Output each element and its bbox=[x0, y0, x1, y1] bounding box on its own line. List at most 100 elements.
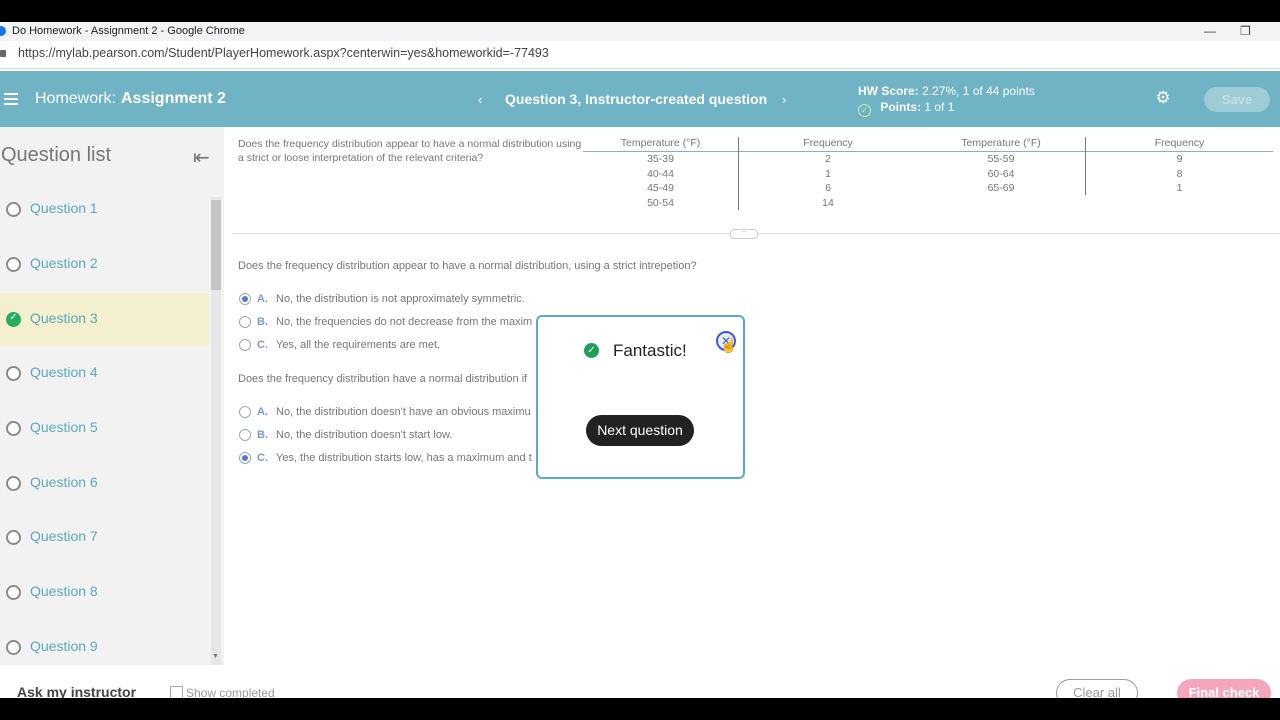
option-text: No, the distribution is not approximatel… bbox=[276, 293, 525, 305]
scrollbar-thumb[interactable] bbox=[211, 200, 221, 290]
radio-button[interactable] bbox=[239, 339, 251, 351]
top-black-bar bbox=[0, 0, 1280, 22]
question-list-title: Question list bbox=[1, 144, 112, 166]
check-circle-icon: ✓ bbox=[6, 312, 21, 327]
radio-button[interactable] bbox=[239, 316, 251, 328]
gear-icon[interactable]: ⚙ bbox=[1155, 89, 1171, 106]
question-link[interactable]: Question 2 bbox=[30, 255, 98, 271]
table-cell: 45-49 bbox=[647, 182, 674, 194]
status-circle-icon bbox=[6, 257, 21, 272]
table-cell: 60-64 bbox=[987, 167, 1015, 180]
option-text: No, the frequencies do not decrease from… bbox=[276, 316, 533, 328]
table-divider bbox=[738, 137, 739, 210]
table-cell: 1 bbox=[825, 167, 831, 180]
footer-bar: Ask my instructor Show completed Clear a… bbox=[0, 665, 1280, 707]
question-link[interactable]: Question 3 bbox=[30, 310, 98, 326]
option-letter: B. bbox=[257, 429, 268, 441]
option-text: Yes, all the requirements are met. bbox=[276, 339, 441, 351]
resize-handle-icon[interactable]: ··· bbox=[730, 229, 758, 239]
question-link[interactable]: Question 8 bbox=[30, 583, 98, 599]
table-divider bbox=[1085, 137, 1086, 195]
radio-button[interactable] bbox=[239, 452, 251, 464]
lock-icon bbox=[0, 50, 6, 57]
chrome-favicon-icon bbox=[0, 26, 6, 36]
question-title[interactable]: Question 3, Instructor-created question bbox=[505, 91, 767, 107]
question-list-item[interactable]: Question 2 bbox=[0, 238, 209, 291]
restore-icon[interactable]: ❐ bbox=[1240, 22, 1251, 41]
table-cell: 9 bbox=[1176, 153, 1183, 165]
question-list-item[interactable]: Question 6 bbox=[0, 457, 209, 510]
question-list-item[interactable]: Question 8 bbox=[0, 566, 209, 619]
question-link[interactable]: Question 5 bbox=[30, 419, 98, 435]
option-text: Yes, the distribution starts low, has a … bbox=[276, 452, 532, 464]
question-list-item-active[interactable]: ✓ Question 3 bbox=[0, 293, 209, 346]
feedback-modal: ✓ Fantastic! ✕ ☝ Next question bbox=[536, 315, 745, 479]
points: ✓ Points: 1 of 1 bbox=[858, 100, 954, 117]
success-check-icon: ✓ bbox=[584, 343, 599, 358]
hw-score-label: HW Score: bbox=[858, 84, 919, 98]
hw-score-value: 2.27%, 1 of 44 points bbox=[922, 84, 1035, 98]
scroll-down-icon[interactable]: ▼ bbox=[212, 653, 219, 660]
option-letter: A. bbox=[257, 293, 268, 305]
question-list-sidebar: Question list ⇤ Question 1 Question 2 ✓ … bbox=[0, 127, 224, 665]
radio-button[interactable] bbox=[239, 293, 251, 305]
table-header: Temperature (°F) bbox=[583, 137, 738, 152]
radio-button[interactable] bbox=[239, 429, 251, 441]
table-column: Frequency 9 8 1 bbox=[1086, 137, 1273, 196]
table-cell: 35-39 bbox=[647, 153, 674, 165]
browser-title-bar: Do Homework - Assignment 2 - Google Chro… bbox=[0, 22, 1280, 41]
option-text: No, the distribution doesn't have an obv… bbox=[276, 406, 531, 418]
save-button[interactable]: Save bbox=[1204, 87, 1270, 112]
hamburger-menu-icon[interactable] bbox=[4, 93, 18, 105]
url-text[interactable]: https://mylab.pearson.com/Student/Player… bbox=[18, 41, 549, 66]
question-1-text: Does the frequency distribution appear t… bbox=[238, 260, 697, 272]
question-list-item[interactable]: Question 5 bbox=[0, 402, 209, 455]
question-list-item[interactable]: Question 1 bbox=[0, 183, 209, 236]
question-list-item[interactable]: Question 4 bbox=[0, 347, 209, 400]
hand-cursor-icon: ☝ bbox=[720, 337, 738, 353]
feedback-message: Fantastic! bbox=[613, 341, 687, 360]
question-2-text: Does the frequency distribution have a n… bbox=[238, 373, 528, 385]
question-link[interactable]: Question 6 bbox=[30, 474, 98, 490]
radio-button[interactable] bbox=[239, 406, 251, 418]
table-cell: 40-44 bbox=[647, 167, 674, 180]
option-letter: C. bbox=[257, 339, 268, 351]
question-link[interactable]: Question 1 bbox=[30, 200, 98, 216]
table-column: Temperature (°F) 35-39 40-44 45-49 50-54 bbox=[583, 137, 738, 210]
status-circle-icon bbox=[6, 366, 21, 381]
address-bar[interactable]: https://mylab.pearson.com/Student/Player… bbox=[0, 41, 1280, 69]
option-text: No, the distribution doesn't start low. bbox=[276, 429, 453, 441]
question-content: Does the frequency distribution appear t… bbox=[224, 127, 1280, 665]
homework-label: Homework: bbox=[35, 90, 116, 107]
app-header: Homework: Assignment 2 ‹ Question 3, Ins… bbox=[0, 71, 1280, 127]
collapse-sidebar-icon[interactable]: ⇤ bbox=[193, 145, 210, 170]
table-cell: 65-69 bbox=[987, 182, 1015, 194]
points-value: 1 of 1 bbox=[924, 100, 955, 114]
next-question-button[interactable]: Next question bbox=[586, 415, 694, 446]
option-letter: A. bbox=[257, 406, 268, 418]
bottom-black-bar bbox=[0, 698, 1280, 720]
intro-text: Does the frequency distribution appear t… bbox=[238, 138, 582, 164]
previous-question-button[interactable]: ‹ bbox=[478, 92, 482, 107]
question-link[interactable]: Question 7 bbox=[30, 528, 98, 544]
sidebar-scrollbar[interactable]: ▼ bbox=[211, 197, 221, 665]
status-circle-icon bbox=[6, 202, 21, 217]
question-link[interactable]: Question 9 bbox=[30, 638, 98, 654]
table-cell: 2 bbox=[825, 153, 831, 165]
hw-score: HW Score: 2.27%, 1 of 44 points bbox=[858, 84, 1035, 98]
table-header: Frequency bbox=[739, 137, 917, 152]
status-circle-icon bbox=[6, 585, 21, 600]
status-circle-icon bbox=[6, 421, 21, 436]
table-column: Temperature (°F) 55-59 60-64 65-69 bbox=[917, 137, 1085, 196]
screen: Do Homework - Assignment 2 - Google Chro… bbox=[0, 0, 1280, 720]
minimize-icon[interactable]: — bbox=[1204, 22, 1216, 41]
points-label: Points: bbox=[880, 100, 922, 114]
question-list-item[interactable]: Question 7 bbox=[0, 511, 209, 564]
status-circle-icon bbox=[6, 476, 21, 491]
status-circle-icon bbox=[6, 640, 21, 655]
window-title: Do Homework - Assignment 2 - Google Chro… bbox=[12, 25, 245, 37]
table-cell: 8 bbox=[1176, 167, 1183, 180]
option-letter: B. bbox=[257, 316, 268, 328]
next-question-arrow[interactable]: › bbox=[782, 92, 786, 107]
question-link[interactable]: Question 4 bbox=[30, 364, 98, 380]
